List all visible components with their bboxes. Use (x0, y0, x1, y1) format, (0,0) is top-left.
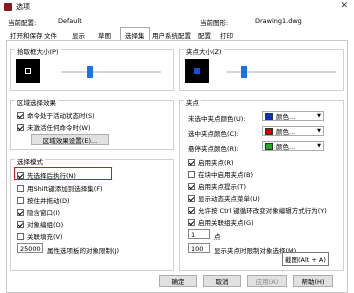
group-grips-label: 启用关联组夹点(G) (198, 219, 254, 227)
current-drawing-value: Drawing1.dwg (255, 17, 302, 25)
dynamic-grip-menu-checkbox[interactable]: 显示动态夹点菜单(U) (188, 193, 260, 203)
grip-tips-checkbox[interactable]: 启用夹点提示(T) (188, 181, 246, 191)
selection-mode-group: 选择模式 先选择后执行(N) 用Shift键添加到选择集(F) 按住并拖动(D)… (10, 156, 174, 271)
checkbox-box[interactable] (17, 111, 24, 119)
tab-drafting[interactable]: 草图 (94, 28, 115, 40)
pickbox-preview (16, 59, 40, 83)
checkbox-box[interactable] (188, 194, 195, 202)
press-drag-label: 按住并拖动(D) (27, 197, 70, 205)
assoc-fill-label: 关联填充(V) (27, 233, 63, 241)
dynamic-grip-menu-label: 显示动态夹点菜单(U) (198, 195, 260, 203)
checkbox-box[interactable] (188, 182, 195, 190)
checkbox-box[interactable] (17, 232, 24, 240)
close-icon[interactable]: ✕ (340, 1, 348, 11)
group-grips-checkbox[interactable]: 启用关联组夹点(G) (188, 217, 254, 227)
color-swatch (265, 142, 273, 150)
color-text: 颜色... (276, 113, 296, 121)
grip-size-title: 夹点大小(Z) (184, 46, 224, 56)
grip-tips-label: 启用夹点提示(T) (198, 183, 247, 191)
preview-inactive-checkbox[interactable]: 未激活任何命令时(W) (17, 122, 91, 132)
assoc-fill-checkbox[interactable]: 关联填充(V) (17, 231, 63, 241)
grip-dot-input[interactable]: 1 (188, 229, 210, 239)
color-swatch (265, 127, 273, 135)
shift-add-label: 用Shift键添加到选择集(F) (27, 185, 103, 193)
checkbox-box[interactable] (17, 123, 24, 131)
tab-files[interactable]: 文件 (40, 28, 61, 40)
grip-slider-thumb[interactable] (241, 66, 247, 78)
ctrl-cycle-checkbox[interactable]: 允许按 Ctrl 键循环改变对象编辑方式行为(Y) (188, 205, 327, 215)
selection-preview-group: 区域选择效果 命令处于活动状态时(S) 未激活任何命令时(W) 区域效果设置(E… (10, 97, 174, 150)
tab-content: 拾取框大小(P) 夹点大小(Z) 区域选择效果 命令处于活动状态时(S) 未激活… (6, 40, 348, 293)
current-config-value: Default (58, 17, 82, 25)
pickbox-slider-thumb[interactable] (87, 66, 93, 78)
unselected-grip-color-select[interactable]: 颜色... ▼ (262, 111, 324, 121)
pickbox-square-icon (25, 68, 31, 74)
enable-grips-checkbox[interactable]: 启用夹点(R) (188, 157, 234, 167)
color-text: 颜色... (276, 128, 296, 136)
enable-grips-label: 启用夹点(R) (198, 159, 234, 167)
selected-grip-color-label: 选中夹点颜色(C): (188, 130, 239, 138)
grips-group: 夹点 未选中夹点颜色(U): 颜色... ▼ 选中夹点颜色(C): 颜色... … (179, 97, 344, 271)
apply-button[interactable]: 应用(A) (247, 275, 287, 287)
object-limit-input[interactable]: 25000 (17, 243, 43, 253)
current-drawing-label: 当前图形: (200, 19, 229, 27)
selected-grip-color-select[interactable]: 颜色... ▼ (262, 126, 324, 136)
preview-active-label: 命令处于活动状态时(S) (27, 112, 95, 120)
grip-dot-label: 点 (214, 233, 221, 241)
checkbox-box[interactable] (17, 220, 24, 228)
shift-add-checkbox[interactable]: 用Shift键添加到选择集(F) (17, 183, 103, 193)
checkbox-box[interactable] (188, 206, 195, 214)
highlight-box (14, 167, 112, 180)
window-title: 选项 (16, 3, 30, 11)
pickbox-group: 拾取框大小(P) (10, 46, 174, 91)
chevron-down-icon: ▼ (317, 128, 321, 134)
object-grouping-checkbox[interactable]: 对象编组(O) (17, 219, 63, 229)
checkbox-box[interactable] (17, 208, 24, 216)
grip-size-group: 夹点大小(Z) (179, 46, 344, 91)
app-icon (4, 3, 12, 11)
tab-profiles[interactable]: 配置 (194, 28, 215, 40)
visual-effect-settings-button[interactable]: 区域效果设置(E)... (31, 134, 109, 145)
checkbox-box[interactable] (188, 170, 195, 178)
checkbox-box[interactable] (17, 184, 24, 192)
pickbox-slider-track[interactable] (61, 71, 161, 73)
grip-square-icon (194, 68, 200, 74)
grip-preview (185, 59, 209, 83)
tab-display[interactable]: 显示 (68, 28, 89, 40)
grips-title: 夹点 (184, 97, 201, 107)
preview-inactive-label: 未激活任何命令时(W) (27, 124, 91, 132)
press-drag-checkbox[interactable]: 按住并拖动(D) (17, 195, 70, 205)
object-grouping-label: 对象编组(O) (27, 221, 64, 229)
chevron-down-icon: ▼ (317, 143, 321, 149)
screenshot-tooltip: 截图(Alt + A) (282, 252, 329, 266)
chevron-down-icon: ▼ (317, 113, 321, 119)
selection-preview-title: 区域选择效果 (15, 97, 58, 107)
color-swatch (265, 112, 273, 120)
implied-window-checkbox[interactable]: 隐含窗口(I) (17, 207, 60, 217)
pickbox-title: 拾取框大小(P) (15, 46, 61, 56)
implied-window-label: 隐含窗口(I) (27, 209, 60, 217)
hover-grip-color-select[interactable]: 颜色... ▼ (262, 141, 324, 151)
ok-button[interactable]: 确定 (159, 275, 197, 287)
hover-grip-color-label: 悬停夹点颜色(R): (188, 145, 239, 153)
checkbox-box[interactable] (188, 218, 195, 226)
grips-in-blocks-checkbox[interactable]: 在块中启用夹点(B) (188, 169, 253, 179)
preview-active-checkbox[interactable]: 命令处于活动状态时(S) (17, 110, 95, 120)
color-text: 颜色... (276, 143, 296, 151)
tab-selection[interactable]: 选择集 (120, 27, 150, 40)
selection-mode-title: 选择模式 (15, 156, 45, 166)
tab-plot[interactable]: 打印 (216, 28, 237, 40)
ctrl-cycle-label: 允许按 Ctrl 键循环改变对象编辑方式行为(Y) (198, 207, 327, 215)
current-config-label: 当前配置: (8, 19, 37, 27)
unselected-grip-color-label: 未选中夹点颜色(U): (188, 115, 246, 123)
checkbox-box[interactable] (17, 196, 24, 204)
tab-user-preferences[interactable]: 用户系统配置 (148, 28, 195, 40)
grips-in-blocks-label: 在块中启用夹点(B) (198, 171, 254, 179)
title-bar: 选项 ✕ (0, 0, 354, 14)
checkbox-box[interactable] (188, 158, 195, 166)
help-button[interactable]: 帮助(H) (293, 275, 333, 287)
object-limit-label: 属性选项板的对象限制(J) (47, 247, 119, 255)
grip-object-limit-input[interactable]: 100 (188, 243, 210, 253)
cancel-button[interactable]: 取消 (203, 275, 241, 287)
